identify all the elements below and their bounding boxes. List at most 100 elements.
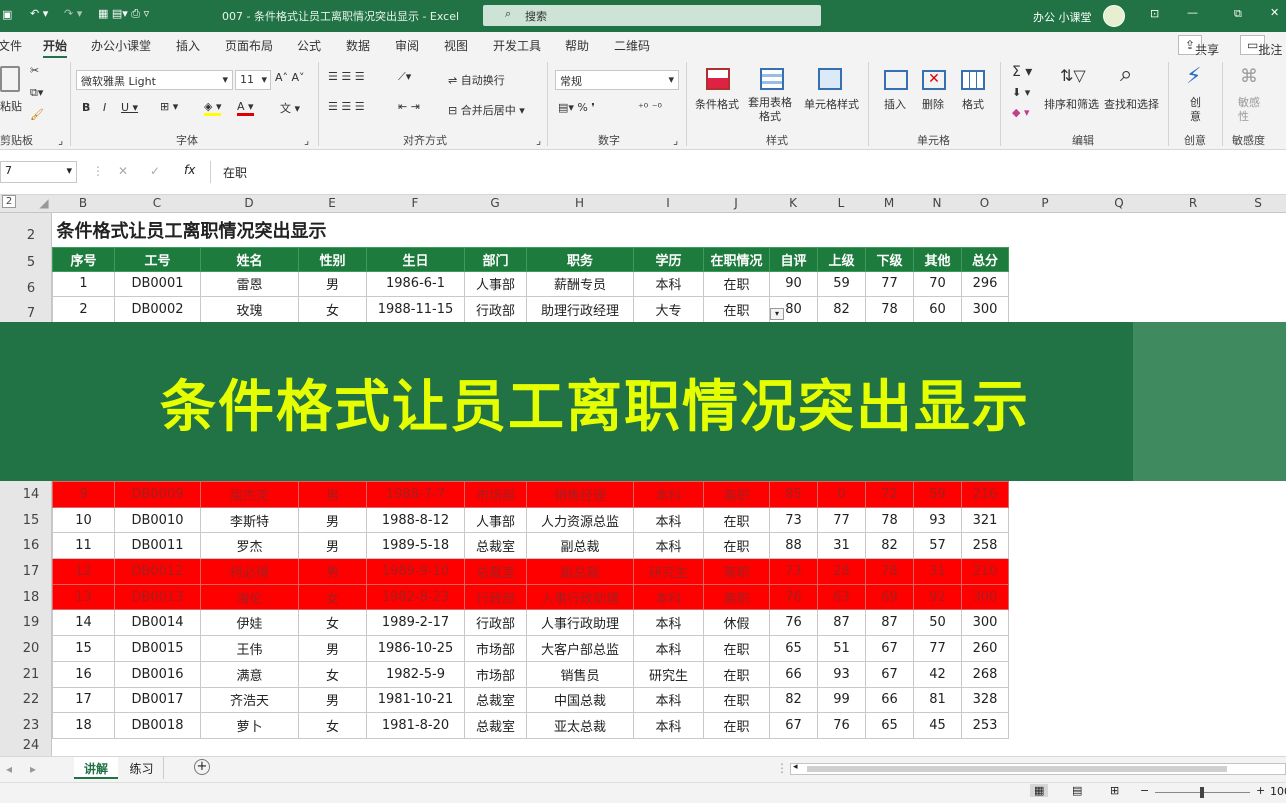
close-icon[interactable]: ✕	[1270, 6, 1279, 19]
table-cell[interactable]: 研究生	[633, 558, 704, 585]
zoom-slider-thumb[interactable]	[1200, 787, 1204, 798]
row-header[interactable]: 23	[10, 718, 52, 733]
table-cell[interactable]: 81	[913, 686, 962, 714]
row-header[interactable]: 18	[10, 590, 52, 605]
italic-icon[interactable]: I	[103, 101, 106, 114]
indent-icon[interactable]: ⇤ ⇥	[398, 100, 420, 113]
row-header[interactable]: 7	[10, 306, 52, 321]
clear-icon[interactable]: ◆ ▾	[1012, 106, 1029, 119]
table-cell[interactable]: 萝卜	[200, 712, 299, 739]
avatar[interactable]	[1103, 5, 1125, 27]
row-header[interactable]: 15	[10, 513, 52, 528]
decimal-icon[interactable]: ⁺⁰ ⁻⁰	[638, 101, 662, 114]
column-header[interactable]: N	[913, 196, 961, 210]
tab-review[interactable]: 审阅	[395, 37, 419, 54]
phonetic-icon[interactable]: 文 ▾	[280, 100, 300, 116]
table-cell[interactable]: 65	[865, 712, 914, 739]
table-cell[interactable]: 人事行政助理	[526, 583, 634, 611]
table-cell[interactable]: 总裁室	[464, 686, 527, 714]
column-header[interactable]: H	[526, 196, 633, 210]
column-header[interactable]: R	[1156, 196, 1230, 210]
row-header[interactable]: 24	[10, 738, 52, 753]
autosum-icon[interactable]: Σ ▾	[1012, 64, 1032, 80]
table-cell[interactable]: 在职	[703, 532, 770, 560]
dialog-launcher-icon[interactable]: ⌟	[304, 134, 309, 147]
table-cell[interactable]: 本科	[633, 635, 704, 662]
table-cell[interactable]: 本科	[633, 583, 704, 611]
lightning-icon[interactable]: ⚡	[1186, 64, 1201, 89]
zoom-in-icon[interactable]: +	[1256, 784, 1265, 797]
table-cell[interactable]: 男	[298, 532, 367, 560]
sheet-title[interactable]: 条件格式让员工离职情况突出显示	[53, 213, 1009, 247]
table-cell[interactable]: 屈杰克	[200, 481, 299, 508]
redo-icon[interactable]: ↷ ▾	[64, 7, 82, 20]
table-cell[interactable]: 67	[865, 660, 914, 688]
table-cell[interactable]: 齐浩天	[200, 686, 299, 714]
table-cell[interactable]: 77	[817, 506, 866, 534]
filter-dropdown-icon[interactable]: ▾	[770, 308, 784, 320]
table-cell[interactable]: 男	[298, 686, 367, 714]
worksheet-grid[interactable]: 条件格式让员工离职情况突出显示 序号 工号 姓名 性别 生日 部门 职务 学历 在职情况 自评 上级下…	[52, 213, 1286, 756]
table-cell[interactable]: 82	[865, 532, 914, 560]
font-name-select[interactable]: 微软雅黑 Light ▾	[76, 70, 233, 90]
table-cell[interactable]: 73	[769, 506, 818, 534]
table-cell[interactable]: 女	[298, 660, 367, 688]
table-cell[interactable]: 300	[961, 296, 1009, 323]
row-header[interactable]: 14	[10, 487, 52, 502]
table-cell[interactable]: 93	[817, 660, 866, 688]
dialog-launcher-icon[interactable]: ⌟	[536, 134, 541, 147]
table-cell[interactable]: 13	[52, 583, 115, 611]
cell-styles-button[interactable]: 单元格样式	[804, 96, 859, 112]
zoom-slider[interactable]	[1155, 787, 1250, 798]
table-cell[interactable]: 76	[817, 712, 866, 739]
row-header[interactable]: 2	[10, 228, 52, 243]
column-header[interactable]: L	[817, 196, 865, 210]
table-cell[interactable]: 69	[865, 583, 914, 611]
table-cell[interactable]: 在职	[703, 270, 770, 298]
conditional-format-button[interactable]: 条件格式	[695, 96, 739, 112]
name-box[interactable]: 7 ▾	[0, 161, 77, 183]
table-cell[interactable]: 10	[52, 506, 115, 534]
table-cell[interactable]: 市场部	[464, 635, 527, 662]
tab-developer[interactable]: 开发工具	[493, 37, 541, 54]
table-cell[interactable]: 76	[769, 583, 818, 611]
table-cell[interactable]: 学历	[633, 246, 704, 272]
bold-icon[interactable]: B	[82, 101, 90, 114]
table-cell[interactable]: 50	[913, 609, 962, 637]
column-header[interactable]: K	[769, 196, 817, 210]
row-header[interactable]: 5	[10, 255, 52, 270]
table-cell[interactable]: 15	[52, 635, 115, 662]
table-cell[interactable]: DB0017	[114, 686, 201, 714]
table-cell[interactable]: 男	[298, 270, 367, 298]
comments-button[interactable]: ▭ 批注	[1240, 35, 1282, 57]
tab-split-handle[interactable]: ⋮	[776, 761, 788, 775]
table-cell[interactable]: DB0011	[114, 532, 201, 560]
search-box[interactable]: ⌕ 搜索	[483, 5, 821, 26]
table-cell[interactable]: 67	[865, 635, 914, 662]
table-cell[interactable]: DB0016	[114, 660, 201, 688]
find-select-button[interactable]: 查找和选择	[1104, 96, 1159, 112]
table-cell[interactable]: 职务	[526, 246, 634, 272]
table-cell[interactable]: 罗杰	[200, 532, 299, 560]
table-cell[interactable]: 休假	[703, 609, 770, 637]
table-cell[interactable]: 姓名	[200, 246, 299, 272]
table-cell[interactable]: 2	[52, 296, 115, 323]
column-header[interactable]: P	[1008, 196, 1082, 210]
table-cell[interactable]: 男	[298, 558, 367, 585]
table-cell[interactable]: 总分	[961, 246, 1009, 272]
quick-access-icons[interactable]: ▦ ▤▾ ⎙ ▿	[98, 7, 149, 21]
table-cell[interactable]: 268	[961, 660, 1009, 688]
table-cell[interactable]: 行政部	[464, 296, 527, 323]
underline-icon[interactable]: U ▾	[121, 101, 138, 114]
save-icon[interactable]: ▣	[2, 8, 12, 21]
column-header[interactable]: M	[865, 196, 913, 210]
table-cell[interactable]: 63	[817, 583, 866, 611]
paste-icon[interactable]	[0, 66, 20, 92]
table-cell[interactable]: 90	[769, 270, 818, 298]
cut-icon[interactable]: ✂	[30, 64, 39, 77]
column-header[interactable]: E	[298, 196, 366, 210]
sheet-tab-explain[interactable]: 讲解	[74, 757, 118, 779]
table-cell[interactable]: 82	[769, 686, 818, 714]
table-cell[interactable]: 在职	[703, 660, 770, 688]
table-cell[interactable]: 在职	[703, 635, 770, 662]
